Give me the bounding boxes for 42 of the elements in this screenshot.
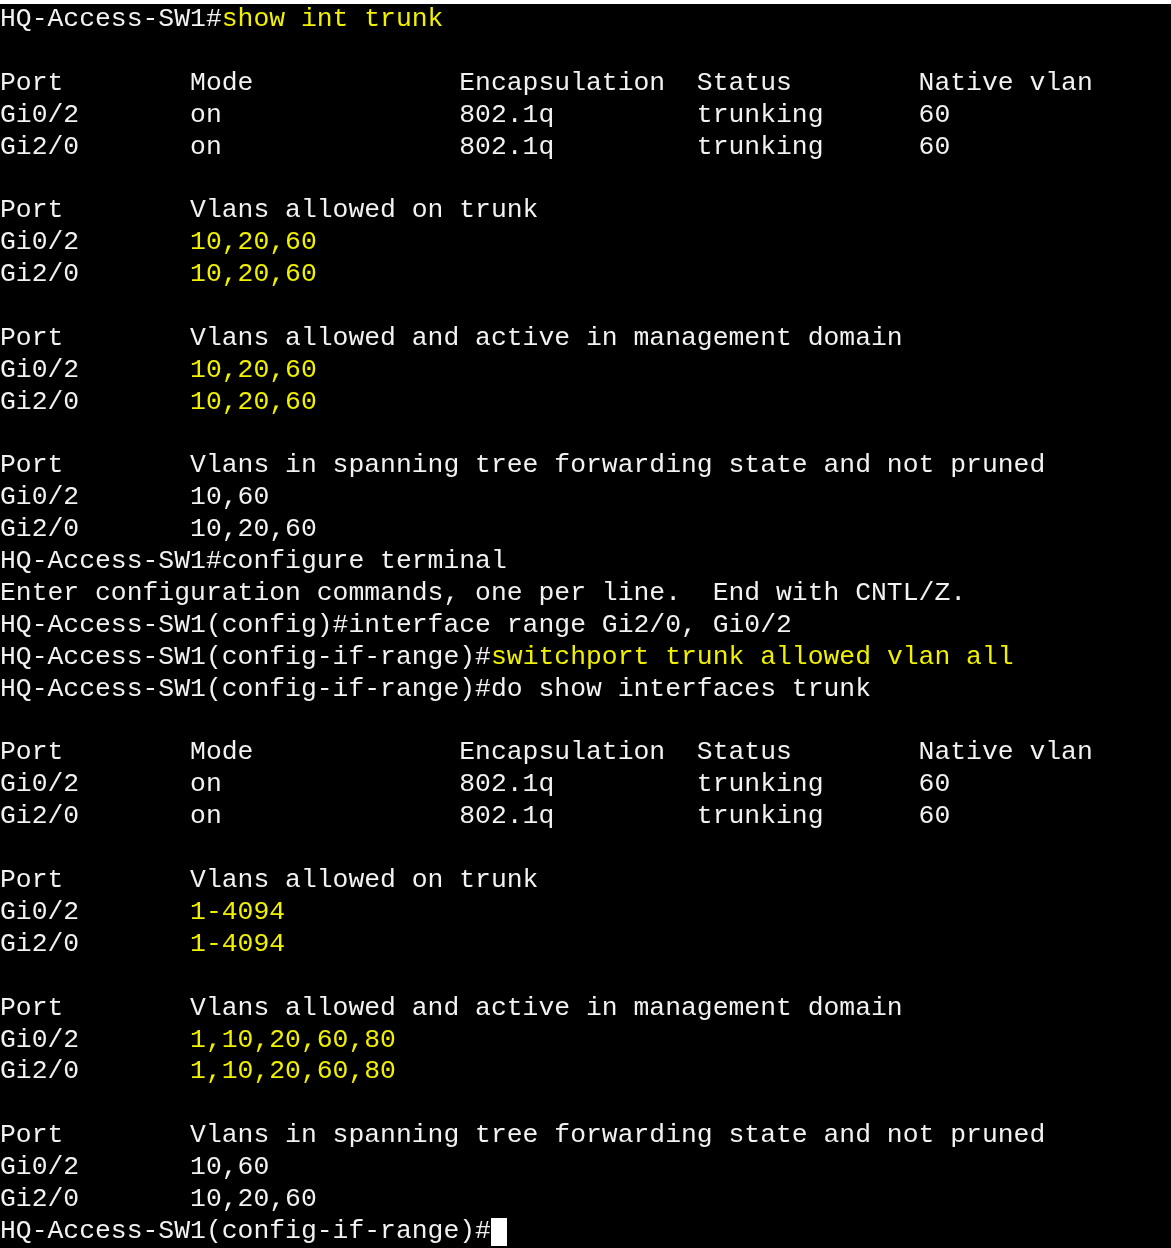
highlighted-text: 10,20,60 — [190, 386, 317, 419]
terminal-text: Port Vlans allowed and active in management domain — [0, 992, 903, 1025]
highlighted-text: switchport trunk allowed vlan all — [490, 641, 1014, 674]
terminal-text: Gi0/2 — [0, 1024, 81, 1057]
terminal-text: Port Vlans in spanning tree forwarding state and not pruned — [0, 450, 1046, 483]
highlighted-text: show int trunk — [221, 4, 444, 36]
terminal-text: HQ-Access-SW1(config-if-range)# — [0, 1215, 491, 1248]
highlighted-text: 10,20,60 — [190, 259, 317, 292]
terminal-text: Gi0/2 — [0, 896, 81, 929]
terminal-text: Gi0/2 on 802.1q trunking 60 — [0, 769, 951, 802]
terminal-text: Gi0/2 — [0, 354, 81, 387]
highlighted-text: 10,20,60 — [190, 354, 317, 387]
text-cursor — [490, 1217, 507, 1246]
terminal-text: Port Vlans allowed on trunk — [0, 195, 539, 228]
terminal-text: Gi0/2 10,60 — [0, 1152, 270, 1184]
terminal-text: HQ-Access-SW1(config)#interface range Gi2/0, Gi0/2 — [0, 609, 792, 642]
terminal-text: Gi0/2 10,60 — [0, 482, 270, 515]
terminal-text: Gi2/0 — [0, 928, 81, 961]
highlighted-text: 10,20,60 — [190, 227, 317, 260]
terminal-text: Gi2/0 — [0, 1056, 81, 1089]
terminal-text: Gi0/2 — [0, 227, 81, 260]
terminal-text: HQ-Access-SW1(config-if-range)# — [0, 641, 491, 674]
terminal-text: Port Vlans allowed and active in management domain — [0, 322, 903, 355]
terminal-text: Port Mode Encapsulation Status Native vlan — [0, 737, 1093, 770]
terminal-text: Enter configuration commands, one per line. End with CNTL/Z. — [0, 578, 967, 610]
highlighted-text: 1,10,20,60,80 — [190, 1056, 396, 1089]
terminal-text: Gi2/0 10,20,60 — [0, 514, 317, 547]
highlighted-text: 1,10,20,60,80 — [190, 1024, 396, 1057]
terminal-text: Gi2/0 — [0, 259, 81, 292]
highlighted-text: 1-4094 — [190, 928, 286, 961]
terminal-text: Gi0/2 on 802.1q trunking 60 — [0, 99, 951, 132]
highlighted-text: 1-4094 — [190, 896, 286, 929]
terminal-text: HQ-Access-SW1(config-if-range)#do show interfaces trunk — [0, 673, 872, 706]
terminal-text: Gi2/0 — [0, 386, 81, 419]
terminal-text: Port Mode Encapsulation Status Native vlan — [0, 67, 1093, 100]
terminal-text: Port Vlans allowed on trunk — [0, 865, 539, 897]
terminal-text: Gi2/0 10,20,60 — [0, 1183, 317, 1216]
terminal-text: HQ-Access-SW1#configure terminal — [0, 546, 507, 579]
terminal-text: Port Vlans in spanning tree forwarding state and not pruned — [0, 1120, 1046, 1153]
terminal-text: Gi2/0 on 802.1q trunking 60 — [0, 131, 951, 164]
terminal-text: Gi2/0 on 802.1q trunking 60 — [0, 801, 951, 834]
terminal-text: HQ-Access-SW1# — [0, 4, 222, 36]
